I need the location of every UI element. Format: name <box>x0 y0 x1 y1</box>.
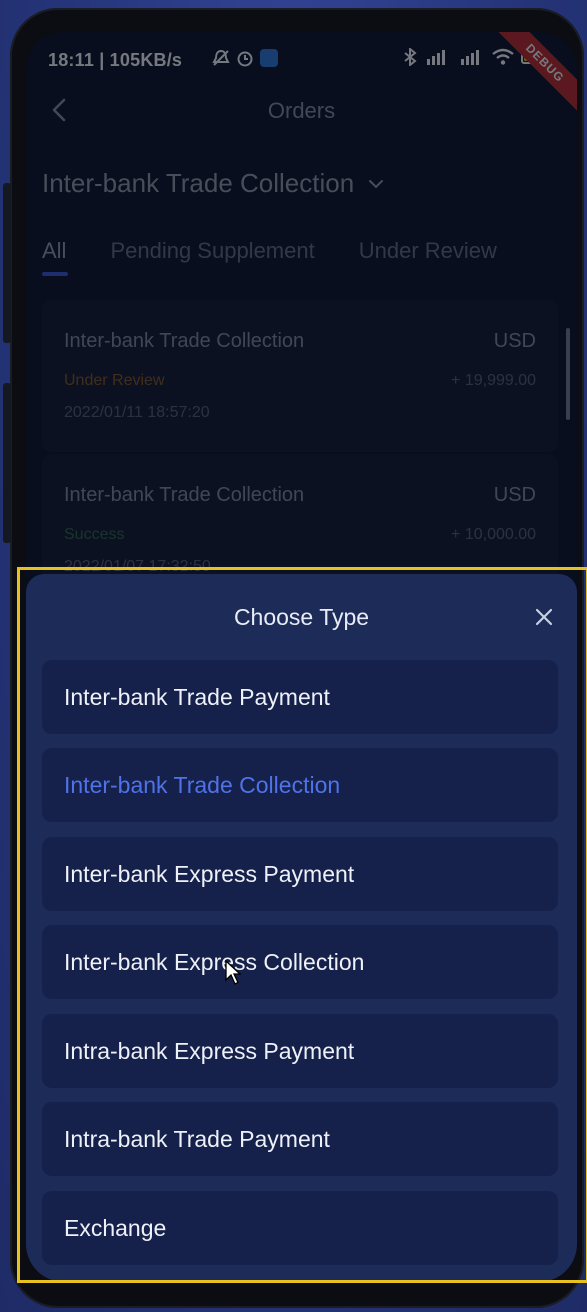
option-label: Intra-bank Trade Payment <box>64 1126 330 1152</box>
tab-active-indicator <box>42 272 68 276</box>
signal-icon-2 <box>461 50 479 65</box>
signal-icon <box>427 50 445 65</box>
order-status: Success <box>64 526 125 543</box>
phone-screen: 18:11 | 105KB/s DEBUG Orders Inter-bank … <box>26 32 577 1282</box>
chevron-down-icon <box>369 179 384 188</box>
option-label: Inter-bank Express Collection <box>64 949 365 975</box>
list-scrollbar[interactable] <box>566 328 570 420</box>
order-amount: + 10,000.00 <box>451 526 536 543</box>
bluetooth-icon <box>404 48 417 66</box>
tab-under-review[interactable]: Under Review <box>359 238 497 264</box>
order-name: Inter-bank Trade Collection <box>64 484 305 506</box>
order-amount: + 19,999.00 <box>451 372 536 389</box>
page-title: Orders <box>267 98 336 123</box>
mute-icon <box>212 49 230 66</box>
choose-type-sheet: Choose Type Inter-bank Trade Payment Int… <box>26 574 577 1282</box>
app-notification-icon <box>260 49 278 67</box>
option-label: Inter-bank Express Payment <box>64 861 355 887</box>
status-time: 18:11 | 105KB/s <box>48 50 183 70</box>
option-inter-bank-express-payment[interactable]: Inter-bank Express Payment <box>42 837 558 911</box>
order-status: Under Review <box>64 372 165 389</box>
order-currency: USD <box>493 484 536 506</box>
volume-button <box>3 183 11 343</box>
tab-all-label: All <box>42 238 67 263</box>
sheet-title: Choose Type <box>233 604 370 630</box>
option-inter-bank-trade-collection[interactable]: Inter-bank Trade Collection <box>42 748 558 822</box>
tab-all[interactable]: All <box>42 238 68 276</box>
option-intra-bank-trade-payment[interactable]: Intra-bank Trade Payment <box>42 1102 558 1176</box>
option-inter-bank-express-collection[interactable]: Inter-bank Express Collection <box>42 925 558 999</box>
type-selector-label: Inter-bank Trade Collection <box>42 168 355 198</box>
option-label: Inter-bank Trade Payment <box>64 684 330 710</box>
option-label: Intra-bank Express Payment <box>64 1038 355 1064</box>
status-bar: 18:11 | 105KB/s DEBUG <box>26 32 577 114</box>
order-date: 2022/01/11 18:57:20 <box>64 404 210 421</box>
alarm-icon <box>237 51 253 67</box>
option-label: Inter-bank Trade Collection <box>64 772 341 798</box>
option-intra-bank-express-payment[interactable]: Intra-bank Express Payment <box>42 1014 558 1088</box>
mouse-cursor-icon <box>225 960 241 985</box>
power-button <box>3 383 11 543</box>
order-name: Inter-bank Trade Collection <box>64 330 305 352</box>
option-inter-bank-trade-payment[interactable]: Inter-bank Trade Payment <box>42 660 558 734</box>
type-selector[interactable]: Inter-bank Trade Collection <box>42 168 384 199</box>
order-tabs: All Pending Supplement Under Review <box>42 238 497 276</box>
order-card[interactable]: Inter-bank Trade Collection USD Under Re… <box>42 300 558 452</box>
order-currency: USD <box>493 330 536 352</box>
tab-pending-supplement[interactable]: Pending Supplement <box>110 238 314 264</box>
option-label: Exchange <box>64 1215 167 1241</box>
close-icon[interactable] <box>533 606 555 628</box>
option-exchange[interactable]: Exchange <box>42 1191 558 1265</box>
wifi-icon <box>492 48 514 65</box>
status-icons-left <box>212 49 278 67</box>
